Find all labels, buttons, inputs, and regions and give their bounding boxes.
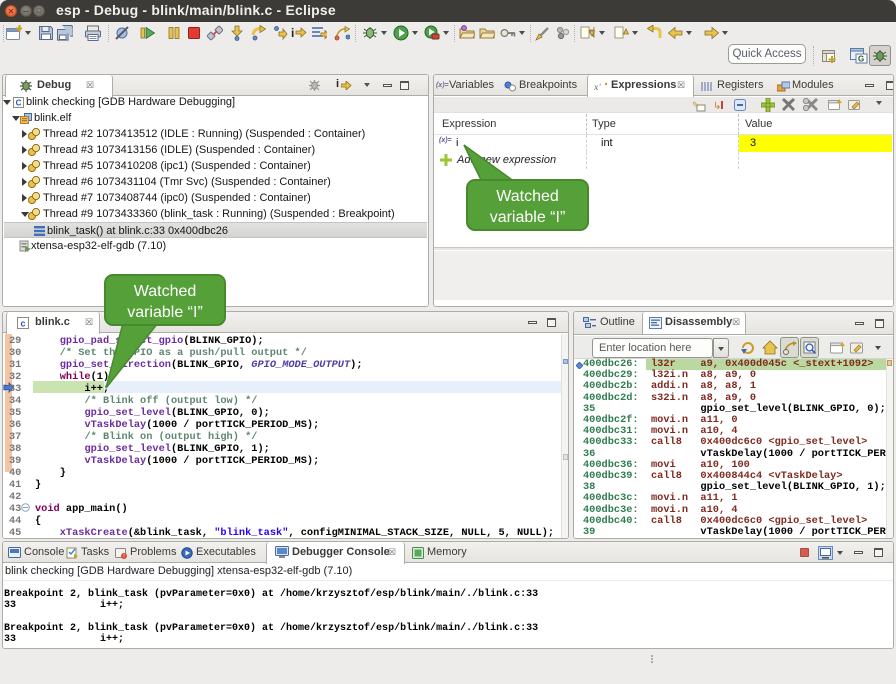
svg-text:✦: ✦	[836, 98, 842, 107]
svg-text:xʹ: xʹ	[594, 82, 602, 92]
svg-text:↳: ↳	[713, 101, 721, 112]
svg-text:C: C	[16, 99, 22, 108]
svg-text:✦: ✦	[839, 341, 845, 350]
svg-text:c: c	[20, 319, 25, 329]
svg-text:G: G	[858, 55, 864, 64]
